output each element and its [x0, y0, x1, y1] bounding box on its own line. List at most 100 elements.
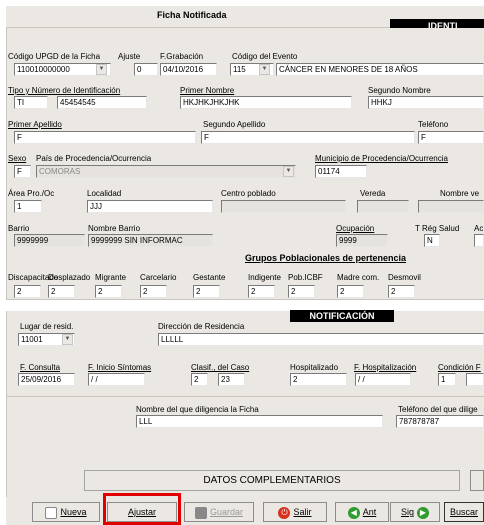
f-consulta-label: F. Consulta	[20, 363, 61, 372]
grupo-field[interactable]: 2	[388, 285, 415, 298]
nueva-label: Nueva	[60, 507, 87, 517]
area-field[interactable]: 1	[14, 200, 42, 213]
condicion-final-field[interactable]: 1	[438, 373, 456, 386]
numero-identificacion-field[interactable]: 45454545	[57, 96, 147, 109]
grupo-field[interactable]: 2	[337, 285, 364, 298]
hospitalizado-field[interactable]: 2	[290, 373, 347, 386]
lugar-resid-label: Lugar de resid.	[20, 322, 74, 331]
power-icon: ⏻	[278, 506, 291, 519]
chevron-down-icon[interactable]: ▼	[96, 64, 107, 75]
telefono-diligencia-label: Teléfono del que dilige	[398, 405, 478, 414]
guardar-button[interactable]: Guardar	[184, 502, 254, 522]
anterior-button[interactable]: ◀ Ant	[335, 502, 389, 522]
tipo-identificacion-field[interactable]: TI	[14, 96, 48, 109]
new-document-icon	[45, 506, 58, 519]
grupo-field[interactable]: 2	[48, 285, 75, 298]
telefono-field[interactable]: F	[418, 131, 484, 144]
f-hospitalizacion-label: F. Hospitalización	[354, 363, 417, 372]
barrio-field[interactable]: 9999999	[14, 234, 85, 247]
grupo-label: Madre com.	[337, 273, 380, 282]
vereda-field[interactable]	[357, 200, 409, 213]
grupo-label: Desplazado	[48, 273, 91, 282]
save-icon	[194, 506, 207, 519]
direccion-field[interactable]: LLLLL	[158, 333, 484, 346]
centro-poblado-label: Centro poblado	[221, 189, 276, 198]
evento-description-field: CÁNCER EN MENORES DE 18 AÑOS	[276, 63, 484, 76]
ac-label: Ac	[474, 224, 484, 233]
segundo-nombre-field[interactable]: HHKJ	[368, 96, 484, 109]
buscar-label: Buscar	[449, 507, 478, 517]
ajuste-label: Ajuste	[118, 52, 141, 61]
telefono-label: Teléfono	[418, 120, 449, 129]
grupo-field[interactable]: 2	[14, 285, 41, 298]
condicion-final-label: Condición F	[438, 363, 481, 372]
f-grabacion-field[interactable]: 04/10/2016	[160, 63, 217, 76]
nueva-button[interactable]: Nueva	[32, 502, 100, 522]
primer-apellido-field[interactable]: F	[14, 131, 196, 144]
segundo-nombre-label: Segundo Nombre	[368, 86, 431, 95]
sexo-field[interactable]: F	[14, 165, 31, 178]
grupo-label: Gestante	[193, 273, 226, 282]
grupo-label: Pob.ICBF	[288, 273, 323, 282]
highlight-box	[103, 493, 181, 525]
localidad-field[interactable]: JJJ	[87, 200, 213, 213]
area-label: Área Pro./Oc	[8, 189, 55, 198]
clasificacion-detalle-field[interactable]: 23	[218, 373, 245, 386]
guardar-label: Guardar	[209, 507, 244, 517]
siguiente-label: Sig	[400, 507, 414, 517]
clasificacion-caso-field[interactable]: 2	[191, 373, 208, 386]
grupo-field[interactable]: 2	[288, 285, 315, 298]
tipo-identificacion-label: Tipo y Número de Identificación	[8, 86, 121, 95]
nombre-barrio-field[interactable]: 9999999 SIN INFORMAC	[88, 234, 213, 247]
f-inicio-sintomas-label: F. Inicio Síntomas	[88, 363, 152, 372]
grupo-label: Desmovil	[388, 273, 421, 282]
tipo-regimen-field[interactable]: N	[424, 234, 440, 247]
salir-button[interactable]: ⏻ Salir	[263, 502, 327, 522]
ocupacion-label: Ocupación	[336, 224, 375, 233]
pais-label: País de Procedencia/Ocurrencia	[36, 154, 152, 163]
ajuste-field[interactable]: 0	[134, 63, 158, 76]
ocupacion-field[interactable]: 9999	[336, 234, 388, 247]
extra-button[interactable]	[470, 470, 484, 491]
tipo-regimen-label: T Rég Salud	[415, 224, 460, 233]
primer-nombre-label: Primer Nombre	[180, 86, 235, 95]
chevron-down-icon[interactable]: ▼	[259, 64, 270, 75]
grupo-label: Carcelario	[140, 273, 177, 282]
direccion-label: Dirección de Residencia	[158, 322, 245, 331]
ac-field[interactable]	[474, 234, 484, 247]
chevron-down-icon[interactable]: ▼	[283, 166, 294, 177]
pais-field[interactable]: COMORAS	[36, 165, 296, 178]
f-hospitalizacion-field[interactable]: / /	[355, 373, 411, 386]
buscar-button[interactable]: Buscar	[444, 502, 484, 522]
nombre-diligencia-field[interactable]: LLL	[136, 415, 383, 428]
anterior-label: Ant	[362, 507, 377, 517]
telefono-diligencia-field[interactable]: 787878787	[396, 415, 484, 428]
municipio-field[interactable]: 01174	[315, 165, 367, 178]
datos-complementarios-button[interactable]: DATOS COMPLEMENTARIOS	[84, 470, 460, 491]
f-consulta-field[interactable]: 25/09/2016	[18, 373, 75, 386]
nombre-diligencia-label: Nombre del que diligencia la Ficha	[136, 405, 259, 414]
grupo-field[interactable]: 2	[140, 285, 167, 298]
condicion-extra-field[interactable]	[466, 373, 484, 386]
f-inicio-sintomas-field[interactable]: / /	[88, 373, 145, 386]
notificacion-section-header: NOTIFICACIÓN	[290, 310, 394, 322]
grupo-field[interactable]: 2	[193, 285, 220, 298]
vereda-label: Vereda	[360, 189, 386, 198]
segundo-apellido-field[interactable]: F	[201, 131, 415, 144]
grupo-label: Migrante	[95, 273, 127, 282]
grupos-poblacionales-title: Grupos Poblacionales de pertenencia	[245, 253, 407, 263]
centro-poblado-field[interactable]	[221, 200, 346, 213]
segundo-apellido-label: Segundo Apellido	[203, 120, 266, 129]
codigo-evento-label: Código del Evento	[232, 52, 298, 61]
nombre-vereda-field[interactable]	[418, 200, 484, 213]
grupo-field[interactable]: 2	[95, 285, 122, 298]
arrow-left-icon: ◀	[347, 506, 360, 519]
clasificacion-caso-label: Clasif., del Caso	[191, 363, 250, 372]
codigo-upgd-label: Código UPGD de la Ficha	[8, 52, 101, 61]
chevron-down-icon[interactable]: ▼	[62, 334, 73, 345]
siguiente-button[interactable]: Sig ▶	[390, 502, 440, 522]
grupo-field[interactable]: 2	[248, 285, 275, 298]
primer-nombre-field[interactable]: HKJHKJHKJHK	[180, 96, 352, 109]
sexo-label: Sexo	[8, 154, 27, 163]
f-grabacion-label: F.Grabación	[160, 52, 204, 61]
